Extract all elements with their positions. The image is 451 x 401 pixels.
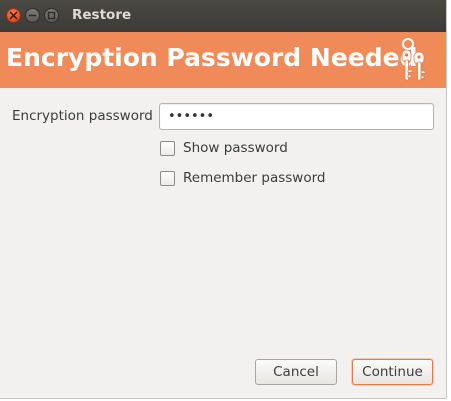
remember-password-label[interactable]: Remember password [183,170,326,186]
show-password-checkbox-row[interactable]: Show password [160,140,288,156]
restore-dialog: Restore Encryption Password Needed Encry… [0,0,447,399]
show-password-checkbox[interactable] [160,140,175,156]
window-title: Restore [72,7,132,23]
show-password-label[interactable]: Show password [183,140,288,156]
title-bar[interactable]: Restore [0,0,446,32]
banner-title: Encryption Password Needed [6,43,418,72]
cancel-button[interactable]: Cancel [255,359,337,385]
encryption-password-input[interactable] [159,103,434,130]
encryption-password-label: Encryption password [12,108,153,124]
remember-password-checkbox[interactable] [160,170,175,186]
close-icon[interactable] [6,8,21,23]
continue-button[interactable]: Continue [352,359,433,385]
minimize-icon[interactable] [25,8,40,23]
maximize-icon[interactable] [44,8,59,23]
header-banner: Encryption Password Needed [0,32,446,88]
remember-password-checkbox-row[interactable]: Remember password [160,170,326,186]
keys-icon [401,38,426,81]
